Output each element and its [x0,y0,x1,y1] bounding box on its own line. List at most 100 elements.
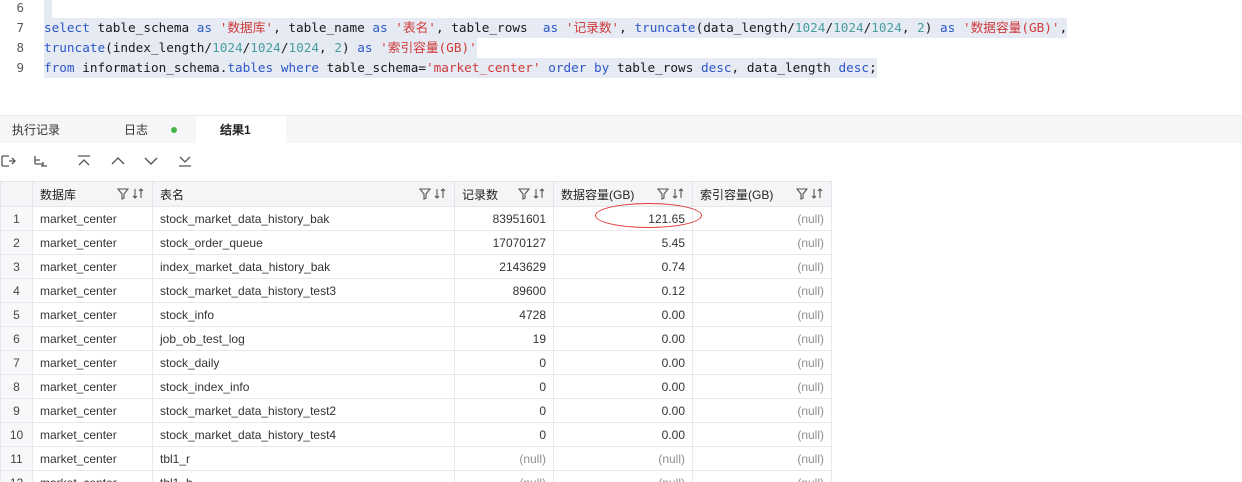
first-row-icon[interactable] [76,153,94,171]
tab-log[interactable]: 日志 [86,116,196,144]
cell-data-size[interactable]: (null) [553,446,693,471]
cell-index-size[interactable]: (null) [692,470,832,482]
filter-icon[interactable] [418,187,431,200]
result-grid[interactable]: 数据库 表名 记录数 数据容量(GB) 索引容量(GB) 1 market_cen… [0,181,832,482]
cell-data-size[interactable]: 5.45 [553,230,693,255]
cell-database[interactable]: market_center [32,422,153,447]
table-row[interactable]: 11 market_center tbl1_r (null) (null) (null) [0,446,832,471]
cell-row-count[interactable]: 4728 [454,302,554,327]
cell-index-size[interactable]: (null) [692,374,832,399]
cell-table-name[interactable]: tbl1_h [152,470,455,482]
table-row[interactable]: 9 market_center stock_market_data_history_… [0,398,832,423]
format-icon[interactable] [33,153,51,171]
cell-row-count[interactable]: 19 [454,326,554,351]
table-row[interactable]: 8 market_center stock_index_info 0 0.00 (null… [0,374,832,399]
cell-index-size[interactable]: (null) [692,278,832,303]
cell-row-count[interactable]: 17070127 [454,230,554,255]
cell-table-name[interactable]: index_market_data_history_bak [152,254,455,279]
table-row[interactable]: 6 market_center job_ob_test_log 19 0.00 (null… [0,326,832,351]
cell-table-name[interactable]: job_ob_test_log [152,326,455,351]
code-line[interactable]: select table_schema as '数据库', table_name… [44,18,1068,38]
sort-icon[interactable] [672,187,684,200]
cell-row-count[interactable]: 0 [454,422,554,447]
cell-table-name[interactable]: tbl1_r [152,446,455,471]
cell-row-count[interactable]: 0 [454,374,554,399]
cell-index-size[interactable]: (null) [692,446,832,471]
last-row-icon[interactable] [177,153,195,171]
sort-icon[interactable] [434,187,446,200]
tab-result-1[interactable]: 结果1 [196,116,286,144]
table-row[interactable]: 1 market_center stock_market_data_history_… [0,206,832,231]
column-header-row-count[interactable]: 记录数 [454,181,554,207]
cell-table-name[interactable]: stock_index_info [152,374,455,399]
sort-icon[interactable] [811,187,823,200]
cell-database[interactable]: market_center [32,326,153,351]
cell-row-count[interactable]: (null) [454,446,554,471]
cell-index-size[interactable]: (null) [692,398,832,423]
cell-database[interactable]: market_center [32,374,153,399]
cell-data-size[interactable]: 0.00 [553,374,693,399]
cell-table-name[interactable]: stock_order_queue [152,230,455,255]
sort-icon[interactable] [533,187,545,200]
code-line[interactable]: from information_schema.tables where tab… [44,58,877,78]
code-line[interactable]: truncate(index_length/1024/1024/1024, 2)… [44,38,477,58]
cell-index-size[interactable]: (null) [692,302,832,327]
table-row[interactable]: 2 market_center stock_order_queue 17070127 5… [0,230,832,255]
previous-row-icon[interactable] [110,153,128,171]
cell-database[interactable]: market_center [32,230,153,255]
table-row[interactable]: 7 market_center stock_daily 0 0.00 (null) [0,350,832,375]
cell-data-size[interactable]: (null) [553,470,693,482]
cell-index-size[interactable]: (null) [692,254,832,279]
cell-database[interactable]: market_center [32,350,153,375]
cell-database[interactable]: market_center [32,470,153,482]
cell-row-count[interactable]: 89600 [454,278,554,303]
cell-data-size[interactable]: 0.00 [553,398,693,423]
cell-index-size[interactable]: (null) [692,350,832,375]
cell-database[interactable]: market_center [32,302,153,327]
cell-index-size[interactable]: (null) [692,326,832,351]
cell-table-name[interactable]: stock_market_data_history_bak [152,206,455,231]
cell-row-count[interactable]: 2143629 [454,254,554,279]
filter-icon[interactable] [656,187,669,200]
table-row[interactable]: 12market_centertbl1_h(null)(null)(null) [0,470,832,482]
sql-editor[interactable]: 6 7 select table_schema as '数据库', table_… [0,0,1242,114]
cell-database[interactable]: market_center [32,446,153,471]
cell-table-name[interactable]: stock_info [152,302,455,327]
cell-database[interactable]: market_center [32,206,153,231]
cell-table-name[interactable]: stock_market_data_history_test3 [152,278,455,303]
cell-table-name[interactable]: stock_daily [152,350,455,375]
column-header-database[interactable]: 数据库 [32,181,153,207]
filter-icon[interactable] [517,187,530,200]
filter-icon[interactable] [116,187,129,200]
sort-icon[interactable] [132,187,144,200]
next-row-icon[interactable] [143,153,161,171]
cell-database[interactable]: market_center [32,254,153,279]
cell-row-count[interactable]: (null) [454,470,554,482]
column-header-table-name[interactable]: 表名 [152,181,455,207]
table-row[interactable]: 5 market_center stock_info 4728 0.00 (null) [0,302,832,327]
cell-row-count[interactable]: 0 [454,350,554,375]
tab-execution-history[interactable]: 执行记录 [0,116,86,144]
cell-index-size[interactable]: (null) [692,422,832,447]
cell-database[interactable]: market_center [32,278,153,303]
cell-data-size[interactable]: 0.00 [553,350,693,375]
column-header-data-size[interactable]: 数据容量(GB) [553,181,693,207]
cell-data-size[interactable]: 0.00 [553,422,693,447]
cell-data-size[interactable]: 0.12 [553,278,693,303]
filter-icon[interactable] [795,187,808,200]
table-row[interactable]: 3 market_center index_market_data_history_… [0,254,832,279]
cell-index-size[interactable]: (null) [692,230,832,255]
cell-data-size[interactable]: 0.74 [553,254,693,279]
cell-database[interactable]: market_center [32,398,153,423]
cell-index-size[interactable]: (null) [692,206,832,231]
cell-data-size[interactable]: 0.00 [553,302,693,327]
cell-row-count[interactable]: 83951601 [454,206,554,231]
cell-data-size[interactable]: 121.65 [553,206,693,231]
cell-data-size[interactable]: 0.00 [553,326,693,351]
table-row[interactable]: 10 market_center stock_market_data_history… [0,422,832,447]
cell-table-name[interactable]: stock_market_data_history_test4 [152,422,455,447]
export-icon[interactable] [0,153,18,171]
cell-row-count[interactable]: 0 [454,398,554,423]
column-header-index-size[interactable]: 索引容量(GB) [692,181,832,207]
table-row[interactable]: 4 market_center stock_market_data_history_… [0,278,832,303]
